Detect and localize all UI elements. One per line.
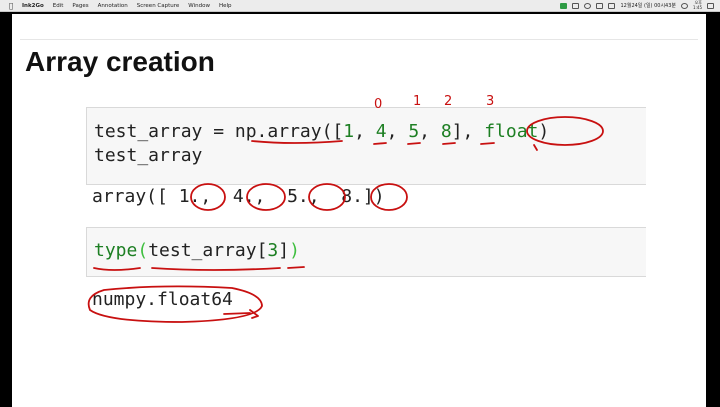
pen-icon[interactable] <box>572 2 580 9</box>
output-1: array([ 1., 4., 5., 8.]) <box>92 186 385 207</box>
app-status-icon[interactable] <box>560 2 568 9</box>
menu-screen-capture[interactable]: Screen Capture <box>137 3 180 9</box>
index-label-3: 3 <box>486 94 495 109</box>
clock: 오후 1:45 <box>693 0 702 10</box>
code-token: ] <box>278 240 290 261</box>
array-value-1: 1 <box>343 121 355 142</box>
code-token: ], <box>451 121 485 142</box>
code-token: , <box>354 121 376 142</box>
menu-help[interactable]: Help <box>219 3 232 9</box>
search-icon[interactable] <box>681 2 689 9</box>
top-divider <box>20 39 698 40</box>
code-token: ) <box>289 240 300 261</box>
index-label-1: 1 <box>413 94 422 109</box>
menu-annotation[interactable]: Annotation <box>98 3 128 9</box>
code-line-2: test_array <box>94 145 203 166</box>
code-line-3: type(test_array[3]) <box>94 239 300 263</box>
array-value-5: 5 <box>408 121 420 142</box>
code-cell-1[interactable]: test_array = np.array([1, 4, 5, 8], floa… <box>86 107 646 185</box>
underline-64 <box>223 312 251 315</box>
index-label-2: 2 <box>444 94 453 109</box>
code-token: , <box>386 121 409 142</box>
array-value-4: 4 <box>375 121 387 142</box>
display-icon[interactable] <box>596 2 604 9</box>
arrow-64 <box>249 309 259 319</box>
page-title: Array creation <box>25 46 215 77</box>
clock-bottom: 1:45 <box>693 4 702 10</box>
output-2: numpy.float64 <box>92 289 233 310</box>
right-border <box>706 12 720 407</box>
dtype-keyword: float <box>484 121 539 142</box>
status-area: 12월24일 (일) 00시43분 오후 1:45 <box>560 0 714 10</box>
builtin-type: type <box>94 240 138 261</box>
code-line-1: test_array = np.array([1, 4, 5, 8], floa… <box>94 120 549 144</box>
menu-bar:  Ink2Go Edit Pages Annotation Screen Ca… <box>0 0 720 12</box>
code-token: test_array = np.array([ <box>94 121 344 142</box>
code-token: , <box>419 121 441 142</box>
date-time-text[interactable]: 12월24일 (일) 00시43분 <box>620 2 676 9</box>
input-source-icon[interactable] <box>608 2 616 9</box>
menu-app-name[interactable]: Ink2Go <box>22 3 44 9</box>
code-token: ( <box>137 240 149 261</box>
menu-edit[interactable]: Edit <box>53 3 64 9</box>
code-cell-2[interactable]: type(test_array[3]) <box>86 227 646 277</box>
slide-canvas[interactable]: Array creation test_array = np.array([1,… <box>12 14 706 407</box>
index-label-0: 0 <box>374 97 383 112</box>
array-value-8: 8 <box>440 121 452 142</box>
index-value: 3 <box>267 240 279 261</box>
sync-icon[interactable] <box>584 2 592 9</box>
menu-window[interactable]: Window <box>188 3 210 9</box>
menu-pages[interactable]: Pages <box>72 3 88 9</box>
menu-list-icon[interactable] <box>707 2 714 9</box>
apple-icon[interactable]:  <box>6 1 16 11</box>
code-token: ) <box>538 121 550 142</box>
code-token: test_array[ <box>148 240 268 261</box>
left-border <box>0 12 12 407</box>
